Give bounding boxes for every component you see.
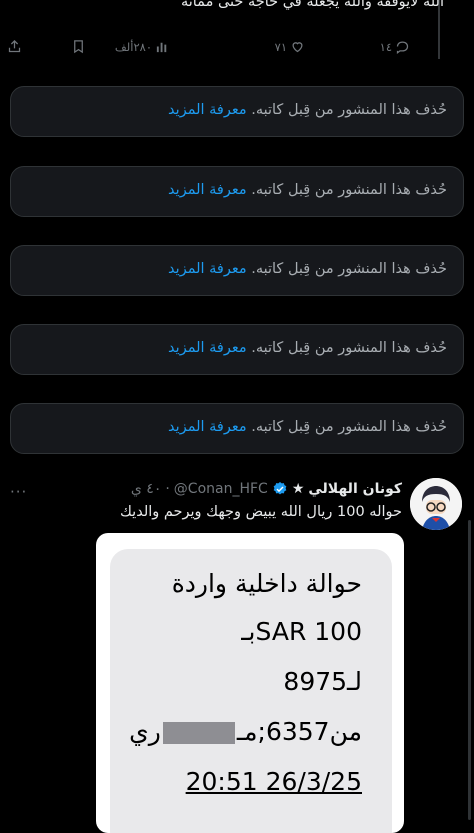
- learn-more-link[interactable]: معرفة المزيد: [168, 261, 247, 277]
- removed-text: حُذف هذا المنشور من قِبل كاتبه.: [251, 340, 447, 356]
- learn-more-link[interactable]: معرفة المزيد: [168, 419, 247, 435]
- heart-icon: [292, 42, 303, 53]
- learn-more-link[interactable]: معرفة المزيد: [168, 102, 247, 118]
- sms-line: بـSAR 100: [241, 617, 362, 646]
- sms-datetime: 20:51 26/3/25: [185, 767, 362, 796]
- bookmark-button[interactable]: [71, 39, 86, 54]
- sms-sender-line: من6357;مـ ري: [129, 717, 362, 746]
- avatar[interactable]: [410, 478, 462, 530]
- removed-text: حُذف هذا المنشور من قِبل كاتبه.: [251, 419, 447, 435]
- top-tweet-actions: ١٤ ٧١ ٢٨٠ألف: [7, 39, 410, 61]
- timestamp[interactable]: ٤٠ ي: [131, 481, 161, 497]
- learn-more-link[interactable]: معرفة المزيد: [168, 182, 247, 198]
- removed-post-notice: حُذف هذا المنشور من قِبل كاتبه. معرفة ال…: [10, 403, 464, 454]
- views-count: ٢٨٠ألف: [114, 39, 152, 54]
- tweet-header: كونان الهلالي ★ @Conan_HFC · ٤٠ ي: [131, 481, 402, 497]
- display-name[interactable]: كونان الهلالي: [308, 481, 402, 497]
- redaction-block: [162, 722, 235, 744]
- handle[interactable]: @Conan_HFC: [174, 481, 268, 497]
- sms-bubble: حوالة داخلية واردة بـSAR 100 لـ8975 من63…: [110, 549, 392, 833]
- reply-button[interactable]: ١٤: [380, 39, 410, 54]
- reply-count: ١٤: [379, 39, 392, 54]
- bookmark-icon: [74, 40, 83, 54]
- views-button[interactable]: ٢٨٠ألف: [115, 39, 170, 54]
- share-icon: [8, 39, 21, 53]
- like-button[interactable]: ٧١: [275, 39, 305, 54]
- removed-text: حُذف هذا المنشور من قِبل كاتبه.: [251, 102, 447, 118]
- learn-more-link[interactable]: معرفة المزيد: [168, 340, 247, 356]
- verified-badge-icon: [273, 482, 287, 495]
- like-count: ٧١: [274, 39, 287, 54]
- views-icon: [156, 42, 167, 53]
- removed-text: حُذف هذا المنشور من قِبل كاتبه.: [251, 261, 447, 277]
- avatar-image: [410, 478, 462, 530]
- sms-line: لـ8975: [283, 667, 362, 696]
- removed-post-notice: حُذف هذا المنشور من قِبل كاتبه. معرفة ال…: [10, 324, 464, 375]
- more-options-icon[interactable]: ···: [10, 483, 27, 501]
- tweet-text: حواله 100 ريال الله يبيض وجهك ويرحم والد…: [119, 504, 402, 520]
- star-icon: ★: [291, 481, 305, 497]
- top-tweet-text: الله لايوفقه والله يجعله في حاجه حتى مما…: [180, 0, 444, 10]
- sms-line: حوالة داخلية واردة: [171, 569, 362, 598]
- share-button[interactable]: [7, 39, 22, 54]
- separator: ·: [165, 481, 170, 497]
- removed-post-notice: حُذف هذا المنشور من قِبل كاتبه. معرفة ال…: [10, 86, 464, 137]
- reply-icon: [396, 41, 409, 54]
- removed-text: حُذف هذا المنشور من قِبل كاتبه.: [251, 182, 447, 198]
- sms-sender-suffix: ري: [129, 717, 161, 746]
- tweet-image[interactable]: حوالة داخلية واردة بـSAR 100 لـ8975 من63…: [96, 533, 404, 833]
- removed-post-notice: حُذف هذا المنشور من قِبل كاتبه. معرفة ال…: [10, 166, 464, 217]
- sms-sender-prefix: من6357;مـ: [236, 717, 362, 746]
- scrollbar[interactable]: [468, 520, 471, 820]
- removed-post-notice: حُذف هذا المنشور من قِبل كاتبه. معرفة ال…: [10, 245, 464, 296]
